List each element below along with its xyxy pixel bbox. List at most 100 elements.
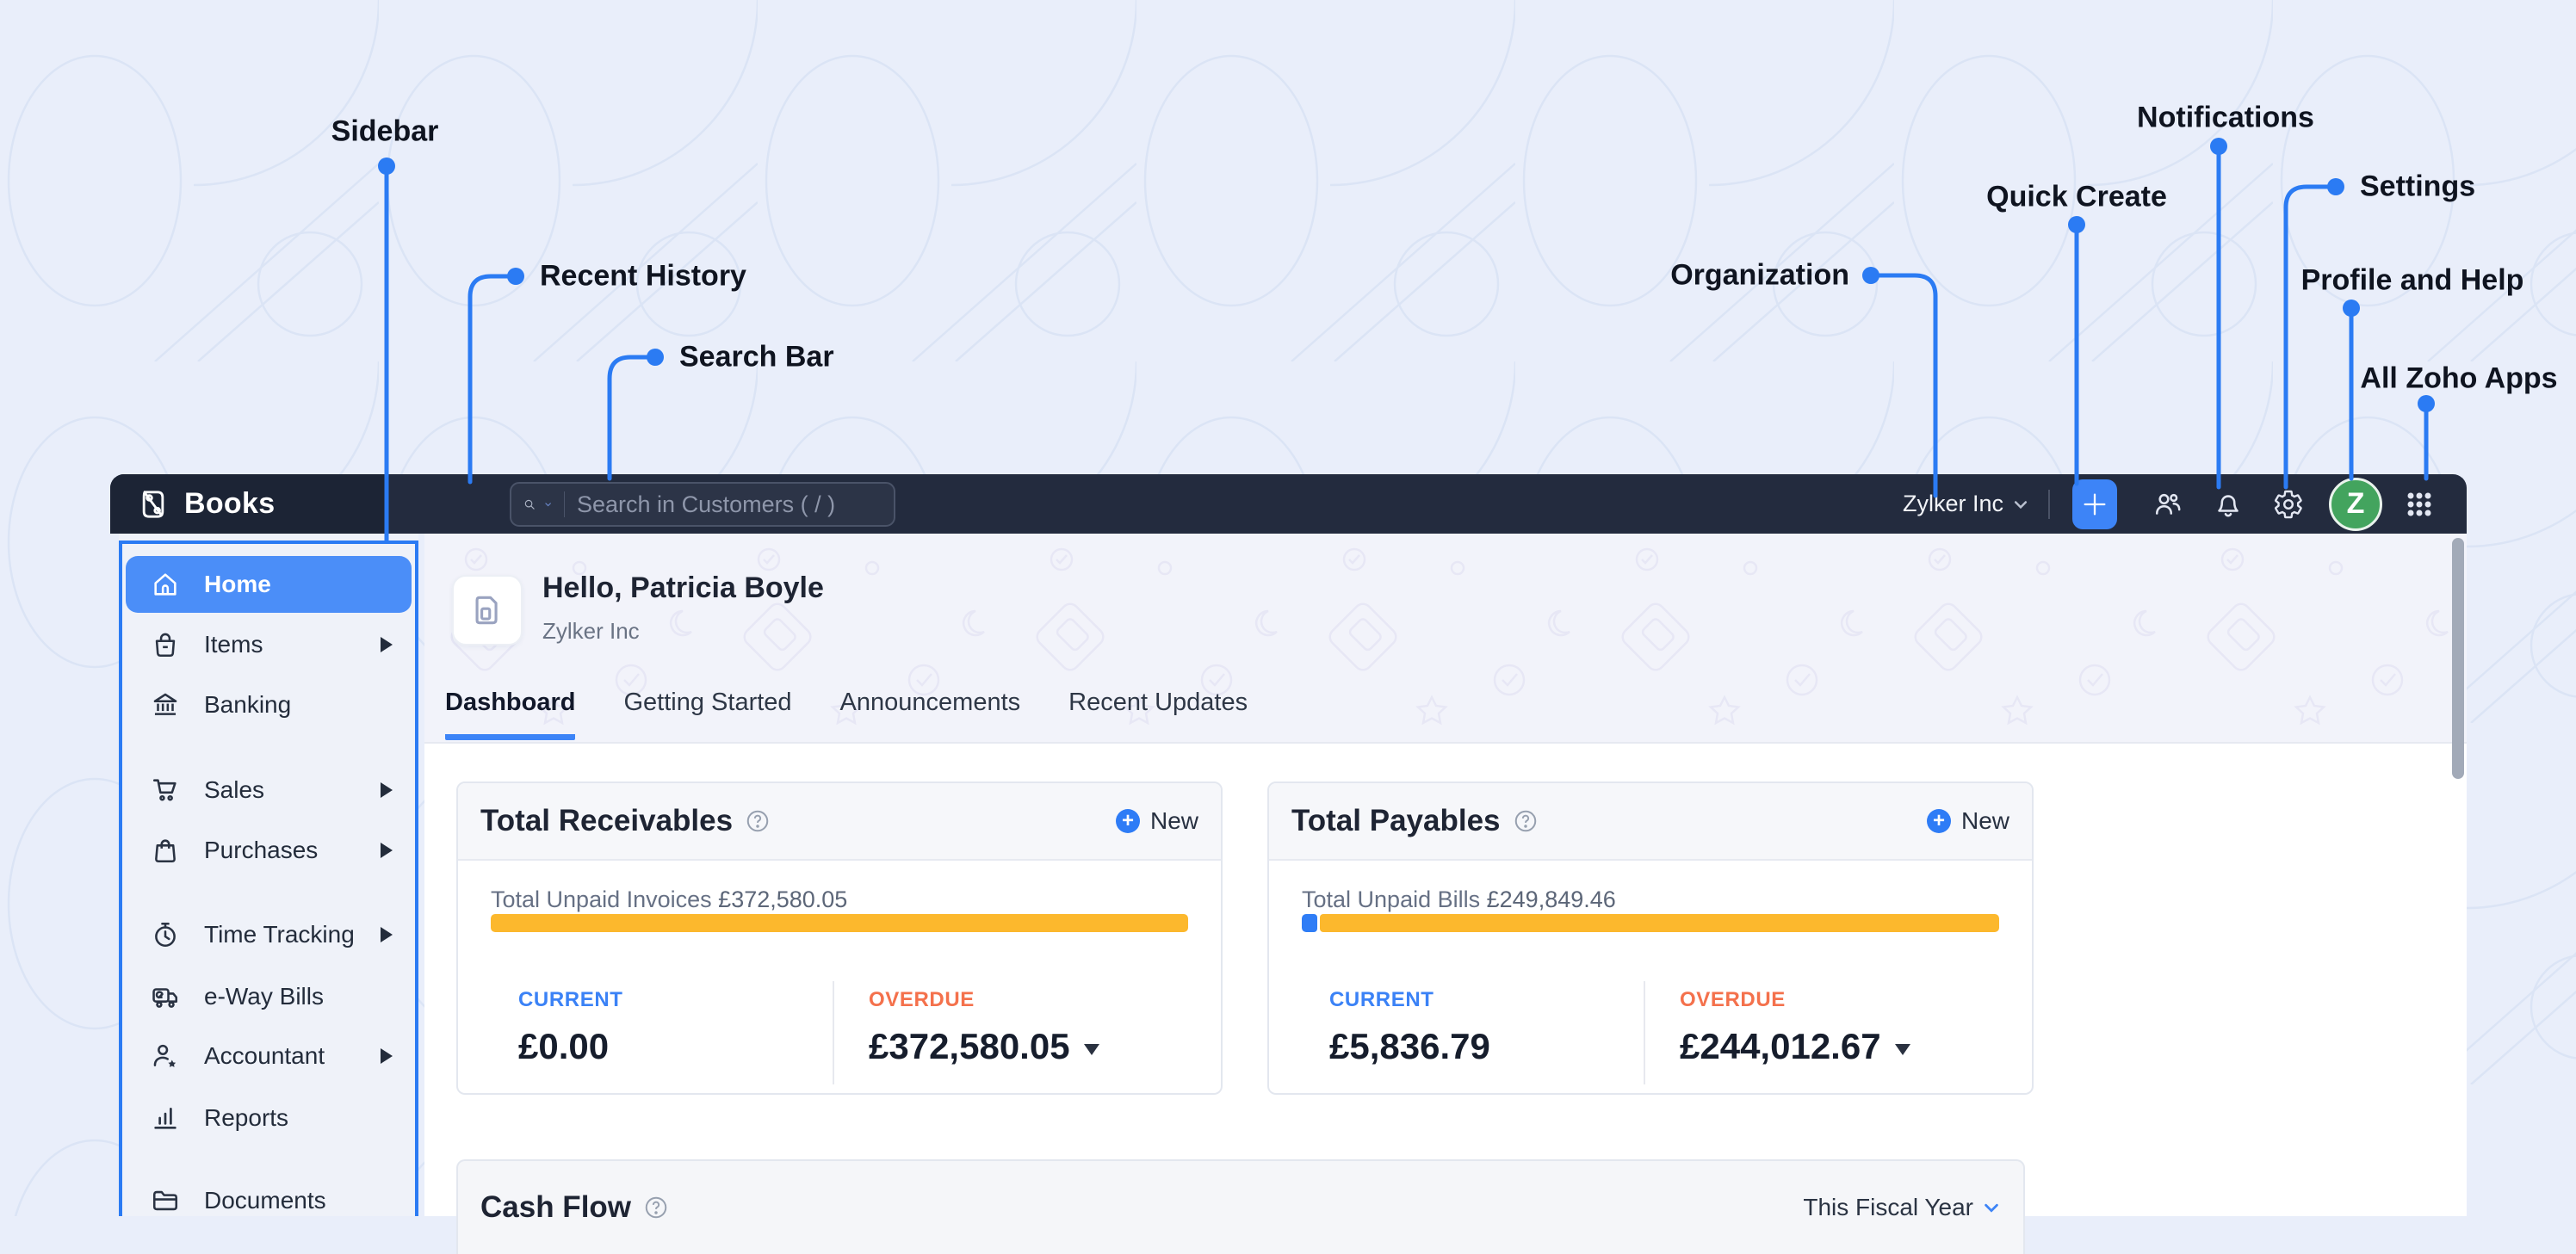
annotation-all-zoho-apps: All Zoho Apps bbox=[2360, 361, 2558, 395]
sidebar-item-label: Reports bbox=[204, 1104, 289, 1131]
sidebar-item-eway-bills[interactable]: e-Way Bills bbox=[126, 968, 412, 1025]
current-kpi: CURRENT £5,836.79 bbox=[1329, 988, 1490, 1066]
organization-name: Zylker Inc bbox=[1902, 491, 2003, 516]
card-header: Total Payables + New bbox=[1269, 783, 2032, 861]
avatar-initial: Z bbox=[2346, 487, 2365, 520]
bank-icon bbox=[151, 690, 180, 720]
users-button[interactable] bbox=[2141, 478, 2195, 531]
sidebar-item-label: Time Tracking bbox=[204, 921, 355, 948]
accountant-icon bbox=[151, 1041, 180, 1071]
sidebar-item-sales[interactable]: Sales bbox=[126, 762, 412, 818]
sidebar-item-label: Documents bbox=[204, 1187, 326, 1214]
profile-avatar[interactable]: Z bbox=[2329, 477, 2382, 531]
shopping-bag-icon bbox=[151, 836, 180, 865]
total-payables-card: Total Payables + New Total Unpaid Bills … bbox=[1267, 781, 2034, 1095]
tab-announcements[interactable]: Announcements bbox=[840, 689, 1021, 740]
unpaid-summary: Total Unpaid Bills £249,849.46 bbox=[1302, 886, 1616, 912]
all-apps-button[interactable] bbox=[2393, 478, 2446, 531]
tab-getting-started[interactable]: Getting Started bbox=[623, 689, 791, 740]
new-bill-button[interactable]: + New bbox=[1926, 807, 2009, 835]
search-input[interactable] bbox=[577, 491, 882, 518]
dashboard-tabs: Dashboard Getting Started Announcements … bbox=[445, 689, 1248, 740]
card-title: Total Payables bbox=[1291, 804, 1501, 837]
sidebar-item-label: Accountant bbox=[204, 1042, 325, 1069]
dashboard-hero: Hello, Patricia Boyle Zylker Inc Dashboa… bbox=[424, 534, 2467, 744]
sidebar-item-label: Banking bbox=[204, 691, 292, 718]
main-content: Hello, Patricia Boyle Zylker Inc Dashboa… bbox=[424, 534, 2467, 1254]
annotation-recent-history: Recent History bbox=[540, 259, 746, 293]
card-body: Total Unpaid Invoices £372,580.05 bbox=[458, 861, 1221, 967]
folder-icon bbox=[151, 1186, 180, 1215]
items-icon bbox=[151, 630, 180, 659]
sidebar-item-items[interactable]: Items bbox=[126, 616, 412, 673]
card-header: Total Receivables + New bbox=[458, 783, 1221, 861]
submenu-arrow-icon bbox=[381, 782, 393, 798]
overdue-kpi: OVERDUE £244,012.67 bbox=[1680, 988, 1910, 1067]
annotation-quick-create: Quick Create bbox=[1986, 180, 2167, 213]
settings-button[interactable] bbox=[2262, 478, 2315, 531]
plus-icon: + bbox=[1926, 809, 1951, 833]
cash-flow-card: Cash Flow This Fiscal Year bbox=[456, 1159, 2025, 1254]
sidebar-item-label: Items bbox=[204, 631, 263, 658]
overdue-value-dropdown[interactable]: £372,580.05 bbox=[869, 1026, 1099, 1067]
sidebar-item-label: e-Way Bills bbox=[204, 983, 324, 1010]
bell-icon bbox=[2218, 494, 2239, 516]
new-invoice-button[interactable]: + New bbox=[1115, 807, 1198, 835]
home-icon bbox=[151, 570, 180, 599]
sidebar-item-documents[interactable]: Documents bbox=[126, 1172, 412, 1229]
help-icon[interactable] bbox=[745, 808, 771, 834]
submenu-arrow-icon bbox=[381, 843, 393, 858]
search-icon bbox=[524, 499, 535, 510]
bar-chart-icon bbox=[151, 1103, 180, 1133]
tab-recent-updates[interactable]: Recent Updates bbox=[1068, 689, 1248, 740]
greeting-org: Zylker Inc bbox=[542, 618, 640, 644]
gear-icon bbox=[2275, 490, 2302, 518]
product-name: Books bbox=[184, 487, 276, 520]
overdue-value-dropdown[interactable]: £244,012.67 bbox=[1680, 1026, 1910, 1067]
sidebar-item-time-tracking[interactable]: Time Tracking bbox=[126, 906, 412, 963]
truck-icon bbox=[151, 982, 180, 1011]
sidebar-item-banking[interactable]: Banking bbox=[126, 676, 412, 733]
submenu-arrow-icon bbox=[381, 927, 393, 942]
sidebar-item-reports[interactable]: Reports bbox=[126, 1090, 412, 1146]
sidebar-item-label: Sales bbox=[204, 776, 265, 803]
org-avatar-tile bbox=[452, 575, 523, 646]
plus-icon: + bbox=[1115, 809, 1140, 833]
notifications-button[interactable] bbox=[2201, 478, 2255, 531]
sidebar-item-label: Purchases bbox=[204, 837, 319, 863]
org-document-icon bbox=[475, 596, 498, 625]
tab-dashboard[interactable]: Dashboard bbox=[445, 689, 576, 740]
current-bar-segment bbox=[1302, 914, 1317, 932]
organization-switcher[interactable]: Zylker Inc bbox=[1903, 491, 2048, 517]
chevron-down-icon bbox=[1985, 1203, 1998, 1213]
total-receivables-card: Total Receivables + New Total Unpaid Inv… bbox=[456, 781, 1223, 1095]
search-divider bbox=[564, 491, 565, 517]
greeting-text: Hello, Patricia Boyle bbox=[542, 571, 824, 604]
sidebar-item-label: Home bbox=[204, 571, 271, 597]
sidebar: Home Items Banking Sales Purchases Time … bbox=[119, 534, 418, 1216]
vertical-scrollbar[interactable] bbox=[2452, 538, 2464, 779]
annotation-search-bar: Search Bar bbox=[679, 340, 834, 374]
current-kpi: CURRENT £0.00 bbox=[518, 988, 623, 1066]
card-title: Cash Flow bbox=[480, 1190, 632, 1224]
apps-grid-icon bbox=[2407, 492, 2431, 516]
caret-down-icon bbox=[1894, 1043, 1910, 1055]
search-scope-chevron-icon[interactable] bbox=[544, 496, 552, 513]
card-kpis: CURRENT £5,836.79 OVERDUE £244,012.67 bbox=[1269, 967, 2032, 1093]
stopwatch-icon bbox=[151, 920, 180, 949]
fiscal-year-filter[interactable]: This Fiscal Year bbox=[1803, 1194, 2001, 1221]
help-icon[interactable] bbox=[1513, 808, 1539, 834]
sidebar-item-accountant[interactable]: Accountant bbox=[126, 1028, 412, 1084]
cart-icon bbox=[151, 775, 180, 805]
books-logo-icon bbox=[142, 490, 164, 518]
overdue-bar-segment bbox=[491, 914, 1188, 932]
help-icon[interactable] bbox=[643, 1195, 669, 1220]
sidebar-item-home[interactable]: Home bbox=[126, 556, 412, 613]
brand-block[interactable]: Books bbox=[110, 474, 386, 534]
annotation-profile-and-help: Profile and Help bbox=[2300, 263, 2524, 297]
users-icon bbox=[2155, 493, 2181, 515]
sidebar-item-purchases[interactable]: Purchases bbox=[126, 822, 412, 879]
card-body: Total Unpaid Bills £249,849.46 bbox=[1269, 861, 2032, 967]
quick-create-button[interactable] bbox=[2072, 479, 2117, 529]
annotation-notifications: Notifications bbox=[2137, 101, 2314, 134]
